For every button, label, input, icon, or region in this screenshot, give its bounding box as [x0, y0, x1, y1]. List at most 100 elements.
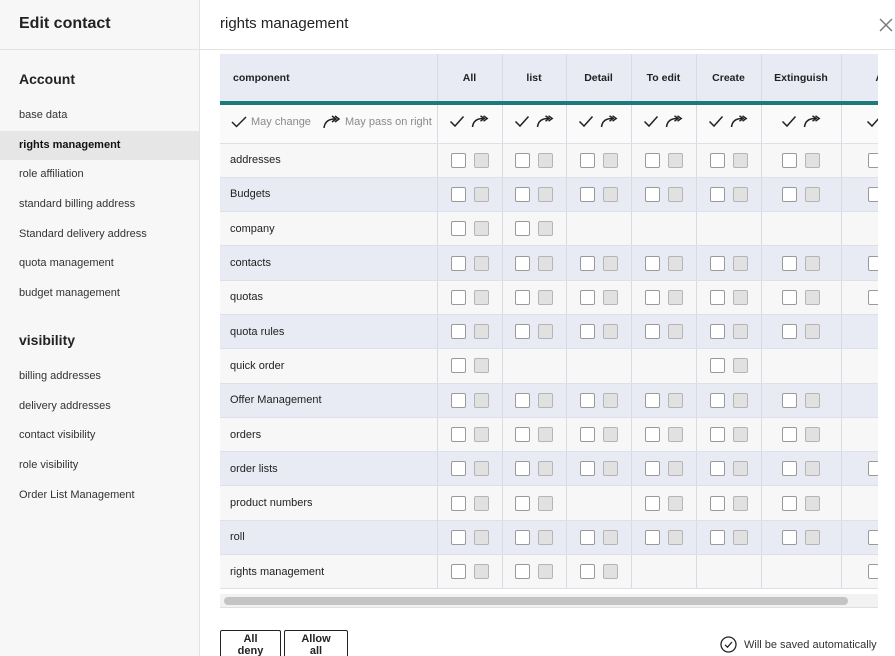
may-pass-checkbox[interactable] [805, 324, 820, 340]
may-change-checkbox[interactable] [515, 324, 530, 340]
may-pass-checkbox[interactable] [473, 495, 489, 511]
sidebar-item-base-data[interactable]: base data [0, 101, 199, 131]
may-change-checkbox[interactable] [450, 289, 466, 305]
may-change-checkbox[interactable] [709, 186, 725, 202]
may-change-checkbox[interactable] [782, 324, 797, 340]
may-change-checkbox[interactable] [709, 461, 725, 477]
may-pass-checkbox[interactable] [473, 529, 489, 545]
may-change-checkbox[interactable] [709, 427, 725, 443]
may-change-checkbox[interactable] [644, 324, 660, 340]
may-pass-checkbox[interactable] [732, 529, 748, 545]
may-pass-checkbox[interactable] [805, 427, 820, 443]
may-pass-checkbox[interactable] [667, 529, 683, 545]
may-change-checkbox[interactable] [709, 289, 725, 305]
may-change-checkbox[interactable] [782, 255, 797, 271]
may-pass-checkbox[interactable] [667, 461, 683, 477]
may-pass-checkbox[interactable] [538, 186, 553, 202]
may-change-checkbox[interactable] [644, 461, 660, 477]
may-pass-checkbox[interactable] [667, 427, 683, 443]
may-change-checkbox[interactable] [450, 564, 466, 580]
may-pass-checkbox[interactable] [732, 324, 748, 340]
may-change-checkbox[interactable] [644, 186, 660, 202]
may-pass-checkbox[interactable] [805, 152, 820, 168]
may-pass-checkbox[interactable] [473, 324, 489, 340]
may-change-checkbox[interactable] [644, 495, 660, 511]
may-pass-checkbox[interactable] [473, 358, 489, 374]
may-pass-checkbox[interactable] [602, 324, 618, 340]
may-change-checkbox[interactable] [515, 564, 530, 580]
may-change-checkbox[interactable] [450, 152, 466, 168]
may-pass-checkbox[interactable] [538, 324, 553, 340]
may-pass-checkbox[interactable] [538, 221, 553, 237]
may-change-checkbox[interactable] [579, 461, 595, 477]
may-change-checkbox[interactable] [867, 152, 878, 168]
may-pass-checkbox[interactable] [732, 427, 748, 443]
may-change-checkbox[interactable] [782, 529, 797, 545]
may-pass-checkbox[interactable] [667, 152, 683, 168]
may-change-checkbox[interactable] [782, 461, 797, 477]
may-pass-checkbox[interactable] [732, 186, 748, 202]
sidebar-item-budget-management[interactable]: budget management [0, 279, 199, 309]
may-pass-checkbox[interactable] [538, 289, 553, 305]
may-pass-checkbox[interactable] [805, 186, 820, 202]
close-button[interactable] [877, 16, 895, 34]
may-change-checkbox[interactable] [579, 152, 595, 168]
may-change-checkbox[interactable] [644, 152, 660, 168]
may-change-checkbox[interactable] [579, 289, 595, 305]
may-pass-checkbox[interactable] [732, 392, 748, 408]
may-pass-checkbox[interactable] [667, 289, 683, 305]
may-pass-checkbox[interactable] [805, 392, 820, 408]
may-change-checkbox[interactable] [644, 255, 660, 271]
may-pass-checkbox[interactable] [602, 152, 618, 168]
may-change-checkbox[interactable] [450, 186, 466, 202]
may-change-checkbox[interactable] [515, 289, 530, 305]
may-change-checkbox[interactable] [709, 324, 725, 340]
may-change-checkbox[interactable] [515, 255, 530, 271]
may-pass-checkbox[interactable] [667, 495, 683, 511]
deny-all-button[interactable]: All deny [220, 630, 281, 656]
may-pass-checkbox[interactable] [538, 564, 553, 580]
may-change-checkbox[interactable] [782, 152, 797, 168]
may-change-checkbox[interactable] [782, 495, 797, 511]
may-pass-checkbox[interactable] [732, 152, 748, 168]
may-change-checkbox[interactable] [579, 186, 595, 202]
may-change-checkbox[interactable] [579, 255, 595, 271]
may-pass-checkbox[interactable] [667, 186, 683, 202]
may-change-checkbox[interactable] [450, 358, 466, 374]
horizontal-scrollbar[interactable] [220, 594, 878, 608]
sidebar-item-role-affiliation[interactable]: role affiliation [0, 160, 199, 190]
may-change-checkbox[interactable] [709, 495, 725, 511]
may-change-checkbox[interactable] [782, 289, 797, 305]
may-pass-checkbox[interactable] [473, 427, 489, 443]
may-pass-checkbox[interactable] [602, 186, 618, 202]
may-pass-checkbox[interactable] [538, 495, 553, 511]
may-change-checkbox[interactable] [644, 529, 660, 545]
may-pass-checkbox[interactable] [667, 324, 683, 340]
may-change-checkbox[interactable] [867, 289, 878, 305]
may-change-checkbox[interactable] [867, 461, 878, 477]
may-change-checkbox[interactable] [867, 564, 878, 580]
may-change-checkbox[interactable] [450, 529, 466, 545]
may-pass-checkbox[interactable] [473, 564, 489, 580]
sidebar-item-role-visibility[interactable]: role visibility [0, 451, 199, 481]
may-change-checkbox[interactable] [579, 324, 595, 340]
may-pass-checkbox[interactable] [805, 461, 820, 477]
may-pass-checkbox[interactable] [602, 255, 618, 271]
may-pass-checkbox[interactable] [732, 255, 748, 271]
sidebar-item-standard-delivery-address[interactable]: Standard delivery address [0, 220, 199, 250]
may-change-checkbox[interactable] [782, 392, 797, 408]
sidebar-item-rights-management[interactable]: rights management [0, 130, 199, 161]
may-pass-checkbox[interactable] [602, 427, 618, 443]
may-change-checkbox[interactable] [709, 255, 725, 271]
may-change-checkbox[interactable] [450, 495, 466, 511]
scrollbar-thumb[interactable] [224, 597, 848, 605]
may-pass-checkbox[interactable] [732, 495, 748, 511]
may-pass-checkbox[interactable] [667, 392, 683, 408]
may-change-checkbox[interactable] [709, 152, 725, 168]
may-change-checkbox[interactable] [644, 427, 660, 443]
may-pass-checkbox[interactable] [538, 427, 553, 443]
may-pass-checkbox[interactable] [602, 289, 618, 305]
may-change-checkbox[interactable] [515, 392, 530, 408]
may-change-checkbox[interactable] [515, 495, 530, 511]
may-change-checkbox[interactable] [782, 427, 797, 443]
